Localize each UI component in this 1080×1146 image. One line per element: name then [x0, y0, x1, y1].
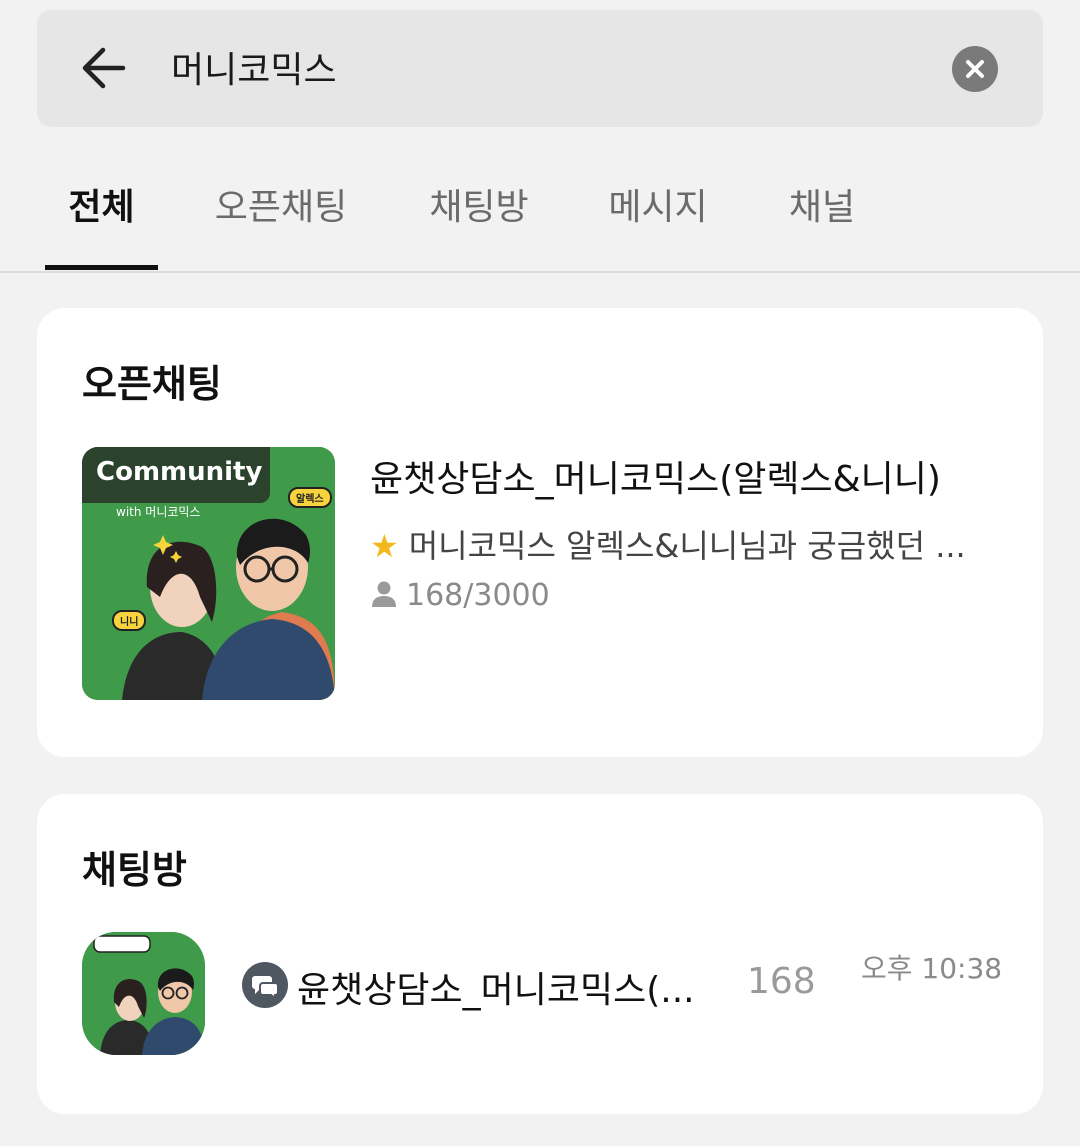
thumbnail-bubble-alex: 알렉스	[288, 487, 332, 508]
close-icon	[966, 60, 984, 78]
chat-room-member-count: 168	[747, 961, 816, 1002]
community-badge-label: Community	[96, 457, 263, 487]
community-badge: Community	[82, 447, 270, 503]
open-chat-description-text: 머니코믹스 알렉스&니니님과 궁금했던 ...	[408, 527, 966, 565]
search-bar	[37, 10, 1043, 127]
open-chat-section: 오픈채팅 Community with 머니코믹스 알렉스 니니 윤챗상담소_머…	[37, 308, 1043, 757]
thumbnail-subtitle: with 머니코믹스	[116, 505, 201, 519]
open-chat-icon	[242, 962, 288, 1008]
filter-tabs: 전체 오픈채팅 채팅방 메시지 채널	[0, 150, 1080, 273]
person-icon	[372, 581, 396, 607]
star-icon: ★	[370, 527, 399, 565]
chat-rooms-section: 채팅방 윤챗상담소_머니코믹스(... 168 오후 10:38	[37, 794, 1043, 1114]
chat-room-timestamp: 오후 10:38	[861, 952, 1003, 985]
tab-channels[interactable]: 채널	[780, 150, 864, 269]
tab-chat-rooms[interactable]: 채팅방	[420, 150, 538, 269]
clear-search-button[interactable]	[952, 46, 998, 92]
chat-room-name[interactable]: 윤챗상담소_머니코믹스(...	[297, 961, 695, 1013]
open-chat-description: ★ 머니코믹스 알렉스&니니님과 궁금했던 ...	[370, 521, 1000, 567]
back-button[interactable]	[77, 40, 133, 96]
open-chat-section-title: 오픈채팅	[82, 362, 222, 406]
open-chat-thumbnail[interactable]: Community with 머니코믹스 알렉스 니니	[82, 447, 335, 700]
open-chat-title[interactable]: 윤챗상담소_머니코믹스(알렉스&니니)	[370, 450, 941, 502]
tab-all[interactable]: 전체	[45, 150, 158, 269]
open-chat-member-count: 168/3000	[370, 578, 550, 613]
tab-open-chat[interactable]: 오픈채팅	[205, 150, 357, 269]
tab-messages[interactable]: 메시지	[598, 150, 718, 269]
thumbnail-bubble-nini: 니니	[112, 610, 147, 631]
room-avatar-illustration	[82, 932, 205, 1055]
search-input[interactable]	[171, 32, 931, 102]
chat-room-avatar[interactable]	[82, 932, 205, 1055]
member-count-text: 168/3000	[406, 578, 550, 613]
active-tab-indicator	[45, 265, 158, 270]
back-arrow-icon	[82, 47, 126, 89]
chat-rooms-section-title: 채팅방	[82, 848, 187, 892]
